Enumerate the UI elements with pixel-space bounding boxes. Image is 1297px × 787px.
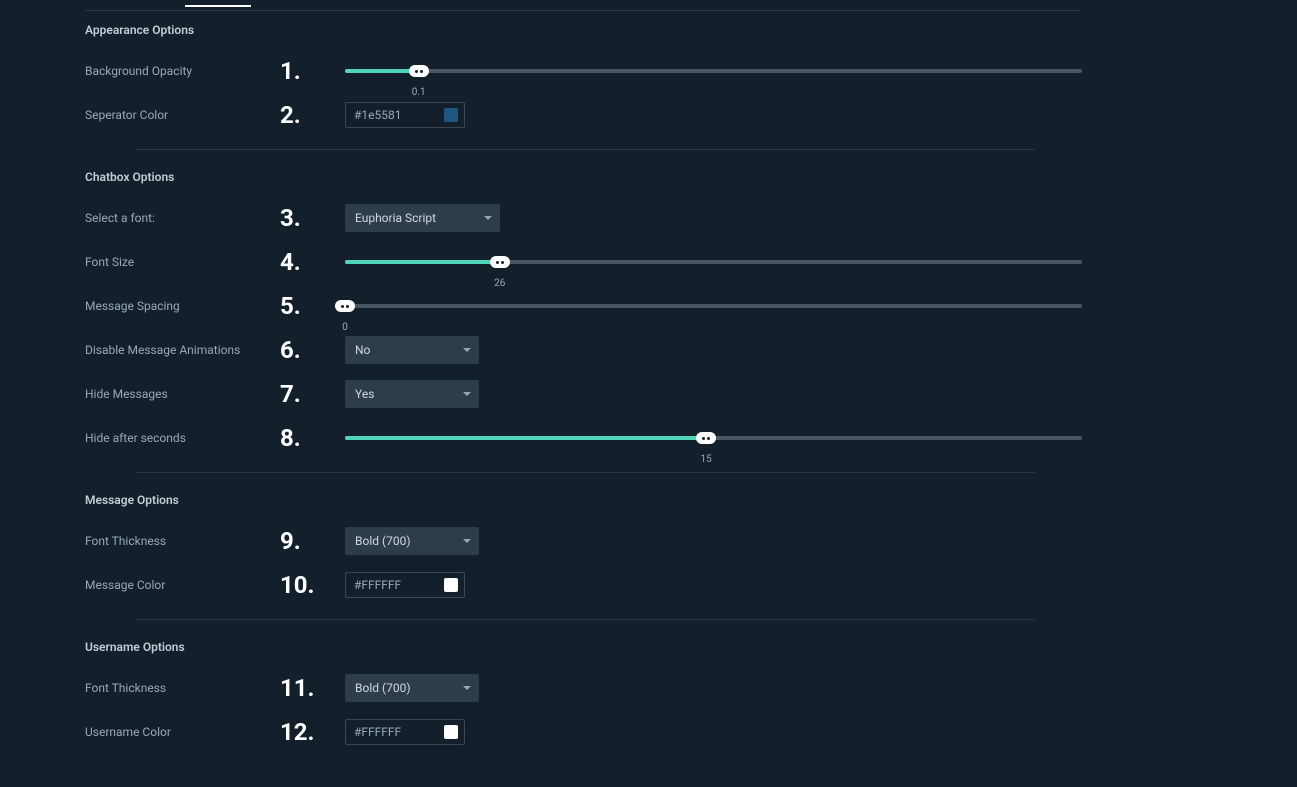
separator-color-hex: #1e5581 [354,108,401,122]
hide-after-label: Hide after seconds [85,431,280,445]
chevron-down-icon [484,216,492,220]
chevron-down-icon [463,392,471,396]
username-color-input[interactable]: #FFFFFF [345,719,465,745]
section-divider [135,149,1035,150]
msg-font-thickness-value: Bold (700) [355,534,411,548]
hide-messages-dropdown[interactable]: Yes [345,380,479,408]
row-message-spacing: Message Spacing 5. 0 [85,284,1082,328]
message-color-input[interactable]: #FFFFFF [345,572,465,598]
row-background-opacity: Background Opacity 1. 0.1 [85,49,1082,93]
row-separator-color: Seperator Color 2. #1e5581 [85,93,1082,137]
row-select-font: Select a font: 3. Euphoria Script [85,196,1082,240]
hide-after-slider[interactable]: 15 [345,423,1082,453]
hide-messages-value: Yes [355,387,374,401]
chevron-down-icon [463,348,471,352]
username-color-label: Username Color [85,725,280,739]
row-msg-font-thickness: Font Thickness 9. Bold (700) [85,519,1082,563]
select-font-value: Euphoria Script [355,211,436,225]
marker-2: 2. [280,101,345,129]
disable-animations-value: No [355,343,370,357]
separator-color-swatch[interactable] [444,108,458,122]
msg-font-thickness-dropdown[interactable]: Bold (700) [345,527,479,555]
hide-messages-label: Hide Messages [85,387,280,401]
background-opacity-slider[interactable]: 0.1 [345,56,1082,86]
marker-9: 9. [280,527,345,555]
marker-12: 12. [280,718,345,746]
marker-3: 3. [280,204,345,232]
user-font-thickness-label: Font Thickness [85,681,280,695]
marker-6: 6. [280,336,345,364]
marker-1: 1. [280,57,345,85]
disable-animations-label: Disable Message Animations [85,343,280,357]
slider-fill [345,260,500,264]
marker-8: 8. [280,424,345,452]
marker-10: 10. [280,571,345,599]
row-hide-after: Hide after seconds 8. 15 [85,416,1082,460]
slider-fill [345,436,706,440]
row-disable-animations: Disable Message Animations 6. No [85,328,1082,372]
font-size-slider[interactable]: 26 [345,247,1082,277]
separator-color-label: Seperator Color [85,108,280,122]
username-color-hex: #FFFFFF [354,725,401,739]
message-spacing-slider[interactable]: 0 [345,291,1082,321]
section-appearance-header: Appearance Options [85,11,1082,49]
section-username-header: Username Options [85,628,1082,666]
row-hide-messages: Hide Messages 7. Yes [85,372,1082,416]
user-font-thickness-value: Bold (700) [355,681,411,695]
chevron-down-icon [463,539,471,543]
section-message-header: Message Options [85,481,1082,519]
message-color-label: Message Color [85,578,280,592]
select-font-dropdown[interactable]: Euphoria Script [345,204,500,232]
background-opacity-label: Background Opacity [85,64,280,78]
row-font-size: Font Size 4. 26 [85,240,1082,284]
marker-7: 7. [280,380,345,408]
chevron-down-icon [463,686,471,690]
slider-value: 15 [701,454,712,465]
slider-fill [345,69,419,73]
msg-font-thickness-label: Font Thickness [85,534,280,548]
slider-thumb[interactable] [409,65,429,77]
slider-thumb[interactable] [696,432,716,444]
row-message-color: Message Color 10. #FFFFFF [85,563,1082,607]
disable-animations-dropdown[interactable]: No [345,336,479,364]
section-chatbox-header: Chatbox Options [85,158,1082,196]
message-color-hex: #FFFFFF [354,578,401,592]
section-divider [135,472,1035,473]
message-color-swatch[interactable] [444,578,458,592]
row-user-font-thickness: Font Thickness 11. Bold (700) [85,666,1082,710]
section-divider [135,619,1035,620]
user-font-thickness-dropdown[interactable]: Bold (700) [345,674,479,702]
font-size-label: Font Size [85,255,280,269]
slider-thumb[interactable] [490,256,510,268]
marker-11: 11. [280,674,345,702]
marker-4: 4. [280,248,345,276]
row-username-color: Username Color 12. #FFFFFF [85,710,1082,754]
separator-color-input[interactable]: #1e5581 [345,102,465,128]
message-spacing-label: Message Spacing [85,299,280,313]
active-tab-underline [185,5,251,7]
select-font-label: Select a font: [85,211,280,225]
slider-thumb[interactable] [335,300,355,312]
username-color-swatch[interactable] [444,725,458,739]
